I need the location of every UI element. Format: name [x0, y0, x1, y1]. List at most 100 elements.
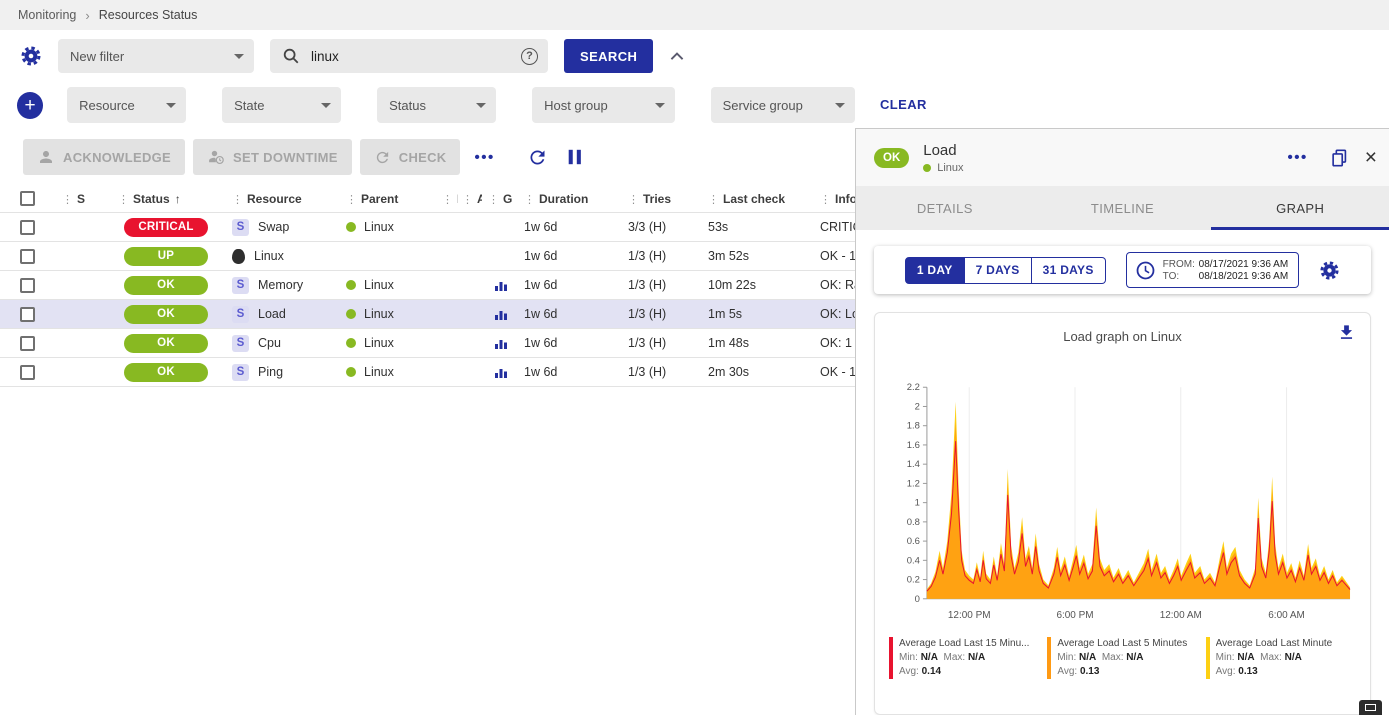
- column-header-resource[interactable]: Resource: [212, 192, 332, 206]
- table-row[interactable]: CRITICALSSwapLinux1w 6d3/3 (H)53sCRITIC: [0, 213, 855, 242]
- chevron-down-icon: [234, 54, 244, 59]
- resource-name: Ping: [258, 365, 283, 379]
- saved-filter-value: New filter: [70, 49, 124, 64]
- graph-icon[interactable]: [494, 336, 508, 350]
- legend-avg: Avg: 0.13: [1057, 666, 1187, 677]
- table-row[interactable]: OKSLoadLinux1w 6d1/3 (H)1m 5sOK: Loa: [0, 300, 855, 329]
- status-badge: OK: [124, 276, 208, 295]
- graph-icon[interactable]: [494, 365, 508, 379]
- sort-asc-icon[interactable]: ↑: [175, 192, 181, 206]
- add-criteria-button[interactable]: +: [17, 92, 43, 119]
- row-checkbox[interactable]: [20, 307, 35, 322]
- collapse-filters-chevron-icon[interactable]: [669, 50, 685, 62]
- graph-card: Load graph on Linux 00.20.40.60.811.21.4…: [874, 312, 1371, 715]
- criteria-select-service-group[interactable]: Service group: [711, 87, 855, 123]
- column-header-information[interactable]: Infor: [814, 192, 855, 206]
- select-all-checkbox[interactable]: [20, 191, 35, 206]
- column-header-parent[interactable]: Parent: [332, 192, 432, 206]
- legend-item[interactable]: Average Load Last 15 Minu...Min: N/A Max…: [889, 637, 1039, 679]
- row-checkbox[interactable]: [20, 365, 35, 380]
- status-badge: OK: [124, 363, 208, 382]
- resource-cell[interactable]: SLoad: [212, 306, 332, 323]
- graph-settings-gear-icon[interactable]: [1319, 260, 1340, 281]
- clear-filters-button[interactable]: CLEAR: [880, 97, 927, 112]
- criteria-select-resource[interactable]: Resource: [67, 87, 186, 123]
- row-checkbox[interactable]: [20, 220, 35, 235]
- drag-handle-icon: [488, 192, 503, 206]
- panel-more-actions-icon[interactable]: •••: [1281, 149, 1313, 166]
- duration-cell: 1w 6d: [516, 336, 622, 350]
- custom-time-range-field[interactable]: FROM:08/17/2021 9:36 AM TO:08/18/2021 9:…: [1126, 252, 1300, 288]
- resource-cell[interactable]: Linux: [212, 249, 332, 264]
- column-header-graph[interactable]: G: [482, 192, 516, 206]
- column-header-notes[interactable]: N: [432, 192, 458, 206]
- drag-handle-icon: [118, 192, 133, 206]
- table-row[interactable]: OKSCpuLinux1w 6d1/3 (H)1m 48sOK: 1 C: [0, 329, 855, 358]
- panel-subtitle: Linux: [937, 162, 963, 174]
- saved-filter-select[interactable]: New filter: [58, 39, 254, 73]
- tab-timeline[interactable]: TIMELINE: [1034, 186, 1212, 230]
- time-button-1-day[interactable]: 1 DAY: [905, 257, 965, 284]
- export-graph-icon[interactable]: [1337, 323, 1356, 342]
- duration-cell: 1w 6d: [516, 307, 622, 321]
- tab-details[interactable]: DETAILS: [856, 186, 1034, 230]
- breadcrumb-item-monitoring[interactable]: Monitoring: [18, 8, 76, 22]
- time-button-31-days[interactable]: 31 DAYS: [1032, 257, 1106, 284]
- criteria-select-state[interactable]: State: [222, 87, 341, 123]
- graph-icon[interactable]: [494, 307, 508, 321]
- row-checkbox[interactable]: [20, 249, 35, 264]
- search-box[interactable]: ?: [270, 39, 548, 73]
- svg-text:0.6: 0.6: [907, 536, 920, 547]
- chevron-down-icon: [835, 103, 845, 108]
- table-row[interactable]: UPLinux1w 6d1/3 (H)3m 52sOK - 10: [0, 242, 855, 271]
- graph-icon[interactable]: [494, 278, 508, 292]
- column-header-status[interactable]: Status↑: [94, 192, 212, 206]
- filter-settings-gear-icon[interactable]: [20, 45, 42, 67]
- legend-item[interactable]: Average Load Last 5 MinutesMin: N/A Max:…: [1047, 637, 1197, 679]
- copy-link-icon[interactable]: [1330, 148, 1349, 168]
- refresh-list-icon[interactable]: [527, 147, 548, 168]
- time-button-7-days[interactable]: 7 DAYS: [965, 257, 1032, 284]
- column-header-duration[interactable]: Duration: [516, 192, 622, 206]
- column-header-last-check[interactable]: Last check: [702, 192, 814, 206]
- row-checkbox[interactable]: [20, 336, 35, 351]
- svg-text:0.4: 0.4: [907, 555, 920, 566]
- row-checkbox[interactable]: [20, 278, 35, 293]
- pause-autorefresh-icon[interactable]: [566, 148, 584, 166]
- status-badge: CRITICAL: [124, 218, 208, 237]
- tries-cell: 3/3 (H): [622, 220, 702, 234]
- chevron-down-icon: [166, 103, 176, 108]
- table-row[interactable]: OKSMemoryLinux1w 6d1/3 (H)10m 22sOK: Ra: [0, 271, 855, 300]
- column-header-action[interactable]: A: [458, 192, 482, 206]
- column-header-severity[interactable]: S: [48, 192, 94, 206]
- graph-title: Load graph on Linux: [1063, 329, 1182, 344]
- more-actions-icon[interactable]: •••: [468, 149, 500, 166]
- details-pane: CLEAR OK Load Linux ••• × DETAILS: [855, 30, 1389, 715]
- legend-item[interactable]: Average Load Last MinuteMin: N/A Max: N/…: [1206, 637, 1356, 679]
- criteria-select-status[interactable]: Status: [377, 87, 496, 123]
- graph-cell: [482, 365, 516, 379]
- tab-graph[interactable]: GRAPH: [1211, 186, 1389, 230]
- close-panel-icon[interactable]: ×: [1365, 147, 1377, 168]
- tries-cell: 1/3 (H): [622, 336, 702, 350]
- legend-color-bar: [889, 637, 893, 679]
- set-downtime-button[interactable]: SET DOWNTIME: [193, 139, 352, 175]
- criteria-select-host-group[interactable]: Host group: [532, 87, 675, 123]
- table-row[interactable]: OKSPingLinux1w 6d1/3 (H)2m 30sOK - 10: [0, 358, 855, 387]
- load-chart[interactable]: 00.20.40.60.811.21.41.61.822.212:00 PM6:…: [887, 375, 1358, 627]
- acknowledge-button[interactable]: ACKNOWLEDGE: [23, 139, 185, 175]
- resource-cell[interactable]: SSwap: [212, 219, 332, 236]
- resource-cell[interactable]: SMemory: [212, 277, 332, 294]
- corner-widget-icon[interactable]: [1359, 700, 1382, 715]
- service-icon: S: [232, 306, 249, 323]
- resource-cell[interactable]: SPing: [212, 364, 332, 381]
- resource-cell[interactable]: SCpu: [212, 335, 332, 352]
- search-input[interactable]: [309, 48, 512, 65]
- drag-handle-icon: [462, 192, 477, 206]
- filter-row-search: New filter ? SEARCH: [20, 38, 855, 74]
- column-header-tries[interactable]: Tries: [622, 192, 702, 206]
- check-button[interactable]: CHECK: [360, 139, 461, 175]
- search-button[interactable]: SEARCH: [564, 39, 653, 73]
- search-help-icon[interactable]: ?: [521, 48, 538, 65]
- svg-text:12:00 AM: 12:00 AM: [1160, 610, 1202, 621]
